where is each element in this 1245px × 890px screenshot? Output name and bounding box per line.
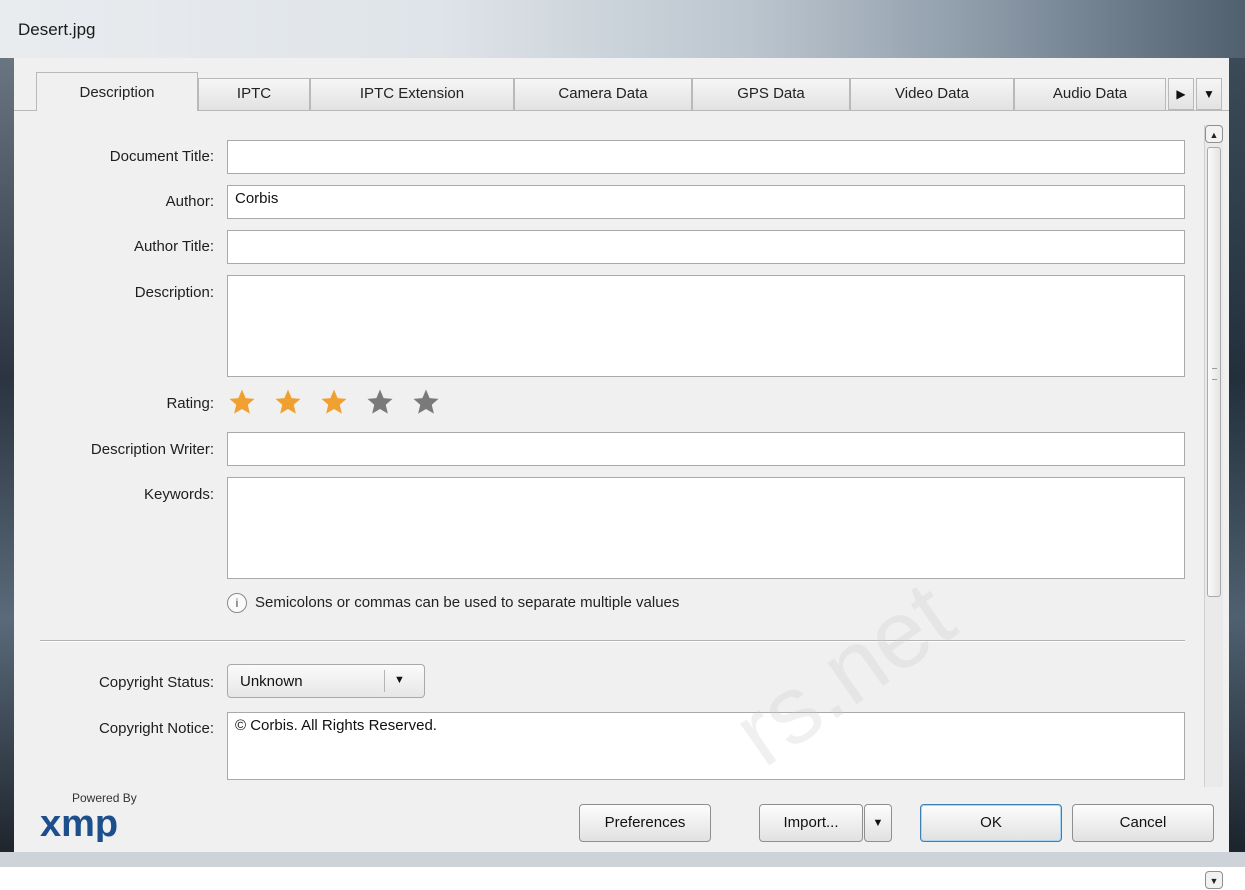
rating-star-4[interactable] [365, 387, 395, 417]
window-frame-right [1229, 58, 1245, 858]
copyright-notice-label: Copyright Notice: [98, 720, 214, 737]
keywords-hint-text: Semicolons or commas can be used to sepa… [255, 593, 680, 611]
select-separator [384, 670, 385, 692]
triangle-down-icon: ▼ [1209, 876, 1219, 886]
keywords-label: Keywords: [143, 486, 214, 503]
title-bar[interactable]: Desert.jpg [0, 0, 1245, 58]
chevron-down-icon: ▼ [394, 674, 405, 686]
rating-label: Rating: [166, 395, 214, 412]
rating-stars [227, 387, 457, 417]
scroll-down-button[interactable]: ▼ [1205, 871, 1223, 889]
rating-star-2[interactable] [273, 387, 303, 417]
author-title-field[interactable] [227, 230, 1185, 264]
scroll-up-button[interactable]: ▲ [1205, 125, 1223, 143]
tab-iptc-extension[interactable]: IPTC Extension [310, 78, 514, 110]
info-icon: i [227, 593, 247, 613]
author-field[interactable]: Corbis [227, 185, 1185, 219]
description-writer-label: Description Writer: [90, 441, 214, 458]
copyright-status-label: Copyright Status: [98, 674, 214, 691]
import-button[interactable]: Import... [759, 804, 863, 842]
powered-by-text: Powered By [72, 791, 137, 805]
description-textarea[interactable] [227, 275, 1185, 377]
form-scrollbar[interactable]: ▲ ▼ [1204, 125, 1223, 889]
copyright-status-select[interactable]: Unknown ▼ [227, 664, 425, 698]
description-writer-field[interactable] [227, 432, 1185, 466]
import-dropdown-button[interactable]: ▼ [864, 804, 892, 842]
tab-scroll-next-button[interactable]: ▶ [1168, 78, 1194, 110]
ok-button[interactable]: OK [920, 804, 1062, 842]
cancel-button[interactable]: Cancel [1072, 804, 1214, 842]
xmp-logo-text: xmp [40, 806, 118, 842]
tab-list-menu-button[interactable]: ▼ [1196, 78, 1222, 110]
tab-video-data[interactable]: Video Data [850, 78, 1014, 110]
grip-icon [1212, 368, 1217, 380]
description-label: Description: [134, 284, 214, 301]
document-title-field[interactable] [227, 140, 1185, 174]
rating-star-5[interactable] [411, 387, 441, 417]
triangle-up-icon: ▲ [1209, 130, 1219, 140]
dialog-window: Desert.jpg Description IPTC IPTC Extensi… [0, 0, 1245, 889]
preferences-button[interactable]: Preferences [579, 804, 711, 842]
window-title: Desert.jpg [18, 20, 96, 39]
document-title-label: Document Title: [109, 148, 214, 165]
window-frame-left [0, 58, 14, 858]
chevron-down-icon: ▼ [872, 817, 884, 829]
section-divider [40, 640, 1185, 642]
tab-bar: Description IPTC IPTC Extension Camera D… [14, 70, 1229, 111]
triangle-right-icon: ▶ [1176, 87, 1186, 101]
author-title-label: Author Title: [133, 238, 214, 255]
xmp-logo: xmp [40, 806, 118, 842]
tab-description[interactable]: Description [36, 72, 198, 111]
keywords-hint: i Semicolons or commas can be used to sep… [227, 593, 679, 613]
tab-iptc[interactable]: IPTC [198, 78, 310, 110]
author-label: Author: [165, 193, 214, 210]
scrollbar-thumb[interactable] [1207, 147, 1221, 597]
keywords-textarea[interactable] [227, 477, 1185, 579]
tab-audio-data[interactable]: Audio Data [1014, 78, 1166, 110]
tab-camera-data[interactable]: Camera Data [514, 78, 692, 110]
tab-gps-data[interactable]: GPS Data [692, 78, 850, 110]
copyright-notice-textarea[interactable]: © Corbis. All Rights Reserved. [227, 712, 1185, 780]
copyright-status-value: Unknown [240, 673, 303, 690]
window-frame-bottom [0, 852, 1245, 867]
chevron-down-icon: ▼ [1203, 87, 1215, 101]
dialog-client-area: Description IPTC IPTC Extension Camera D… [14, 58, 1229, 889]
rating-star-1[interactable] [227, 387, 257, 417]
rating-star-3[interactable] [319, 387, 349, 417]
